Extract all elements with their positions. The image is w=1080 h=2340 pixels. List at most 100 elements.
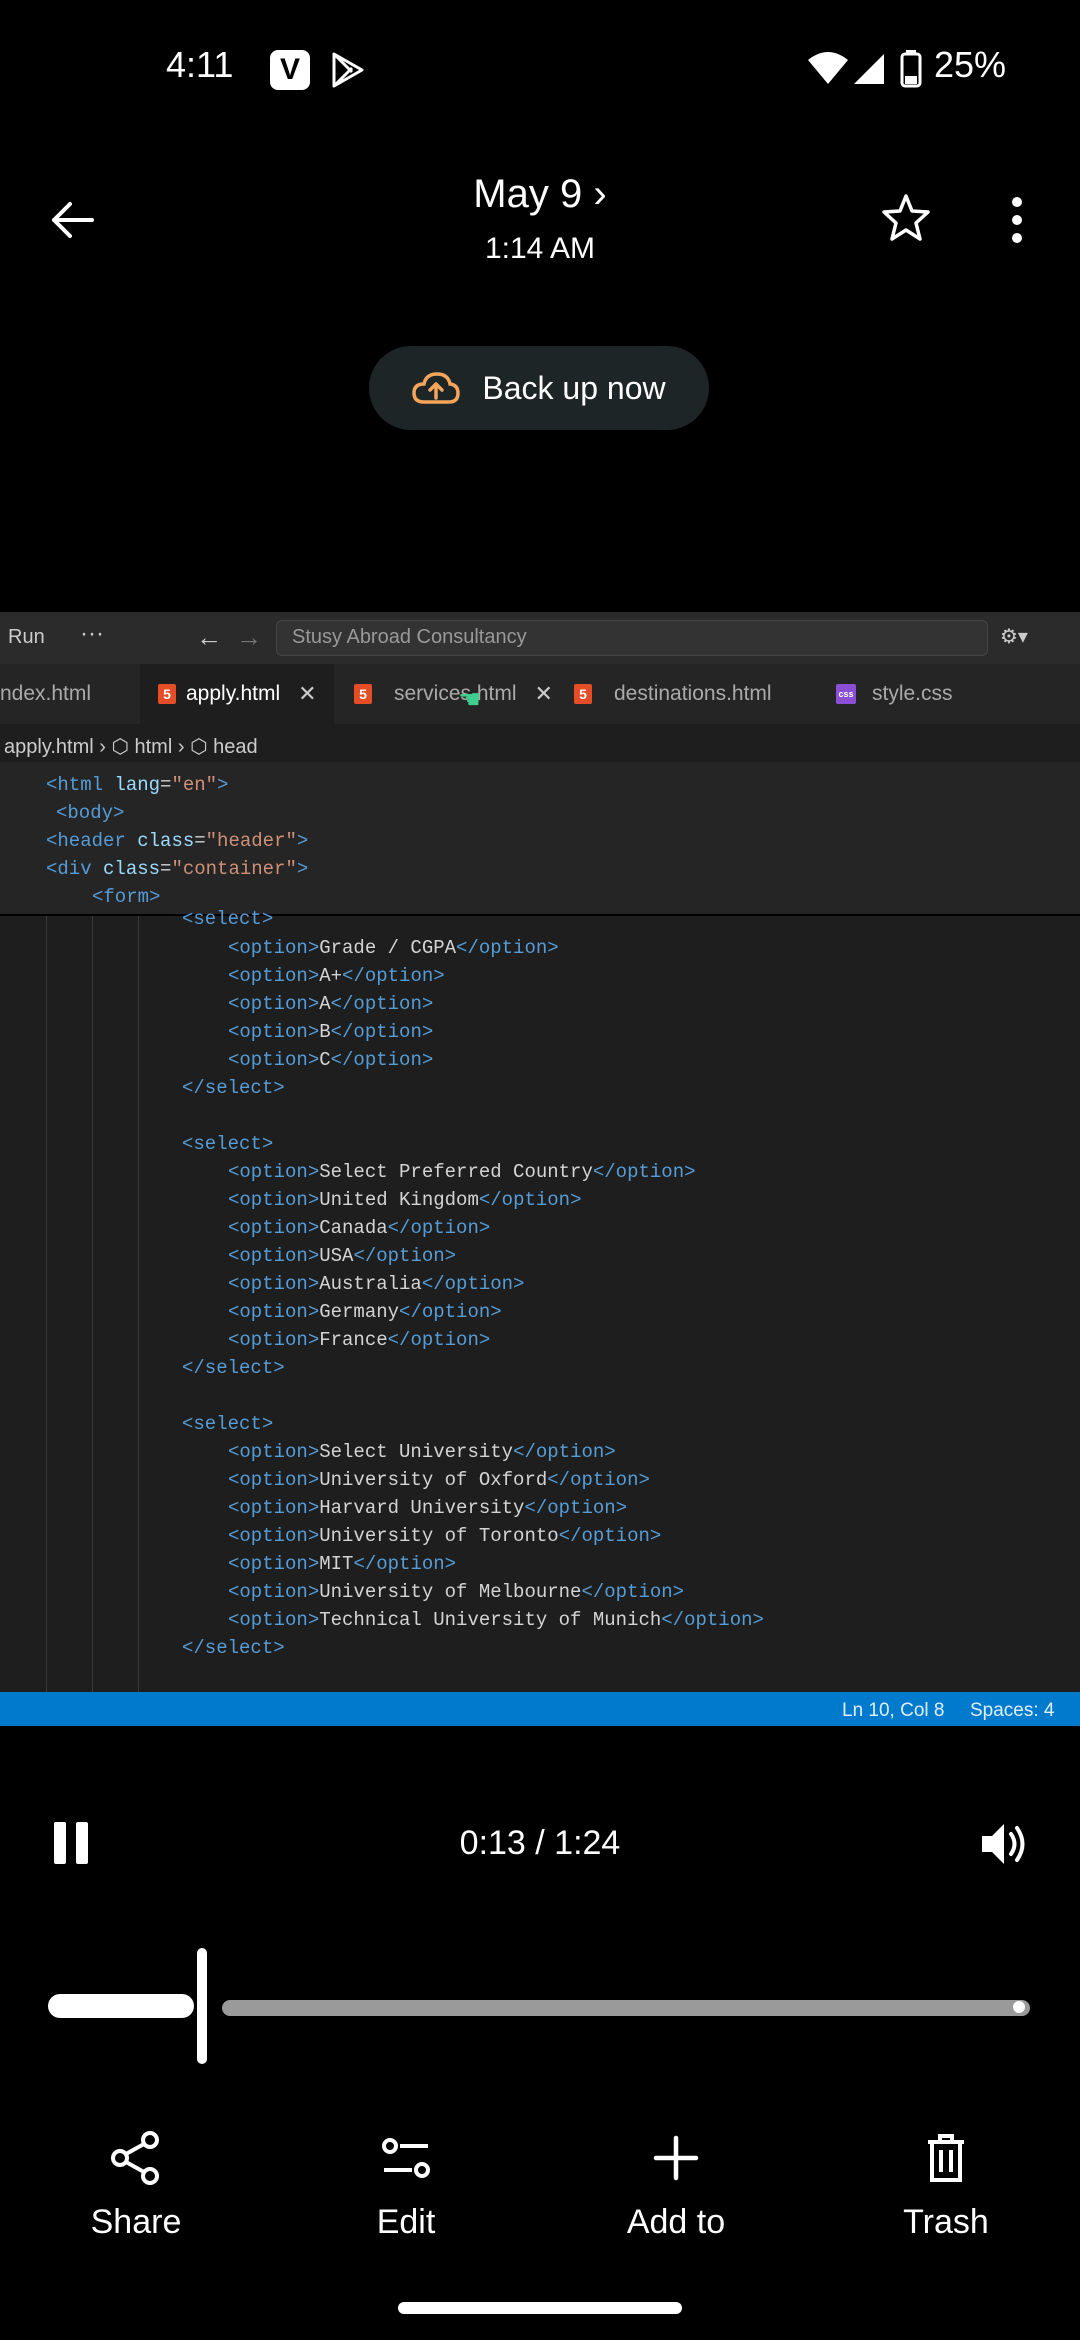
add-to-label: Add to: [626, 2203, 726, 2241]
html5-icon: 5: [574, 684, 592, 704]
sticky-line: <div class="container">: [46, 858, 309, 880]
code-line-option: <option>Grade / CGPA</option>: [228, 937, 559, 959]
html5-icon: 5: [158, 684, 176, 704]
code-line: <select>: [182, 1133, 274, 1155]
code-line-option: <option>University of Oxford</option>: [228, 1469, 650, 1491]
chevron-right-icon: ›: [593, 172, 607, 216]
code-line: </select>: [182, 1357, 285, 1379]
tab-label: destinations.html: [614, 682, 772, 705]
code-line: </select>: [182, 1637, 285, 1659]
mouse-cursor-icon: ☚: [458, 684, 482, 714]
tab-label: apply.html: [186, 682, 281, 705]
video-frame: Run ··· ← → Stusy Abroad Consultancy ⚙▾ …: [0, 612, 1080, 1726]
share-button[interactable]: Share: [36, 2130, 236, 2242]
indentation-info: Spaces: 4: [970, 1700, 1055, 1721]
edit-sliders-icon: [382, 2138, 430, 2178]
sticky-line: <form>: [92, 886, 161, 908]
indent-guide: [92, 916, 93, 1692]
seek-end-dot: [1013, 2001, 1025, 2013]
code-line-option: <option>University of Toronto</option>: [228, 1525, 662, 1547]
code-line-option: <option>Technical University of Munich</…: [228, 1609, 764, 1631]
editor-more-icon: ···: [80, 620, 104, 647]
close-icon: ✕: [298, 681, 317, 706]
cloud-upload-icon: [412, 372, 461, 404]
chevron-right-icon: ›: [99, 736, 112, 758]
more-options-button[interactable]: [1008, 196, 1026, 249]
tab-destinations: 5 destinations.html: [574, 664, 814, 724]
code-line-option: <option>United Kingdom</option>: [228, 1189, 582, 1211]
run-menu: Run: [8, 626, 45, 648]
cursor-position: Ln 10, Col 8: [842, 1700, 945, 1721]
close-icon: ✕: [534, 681, 553, 706]
code-line-option: <option>A+</option>: [228, 965, 445, 987]
code-line: <select>: [182, 908, 274, 930]
code-line-option: <option>Australia</option>: [228, 1273, 525, 1295]
code-line-option: <option>USA</option>: [228, 1245, 457, 1267]
breadcrumb-html: html: [134, 736, 173, 758]
back-up-label: Back up now: [482, 369, 666, 406]
code-line-option: <option>C</option>: [228, 1049, 434, 1071]
share-label: Share: [90, 2203, 182, 2241]
volume-button[interactable]: [978, 1818, 1030, 1875]
trash-button[interactable]: Trash: [846, 2130, 1046, 2242]
battery-percent: 25%: [934, 44, 1007, 85]
share-icon: [111, 2131, 159, 2185]
code-line-option: <option>University of Melbourne</option>: [228, 1581, 685, 1603]
edit-button[interactable]: Edit: [306, 2130, 506, 2242]
favorite-button[interactable]: [880, 192, 932, 249]
breadcrumb-head: head: [213, 736, 258, 758]
copilot-icon: ⚙▾: [1000, 626, 1028, 648]
sticky-line: <html lang="en">: [46, 774, 229, 796]
playback-time: 0:13 / 1:24: [459, 1824, 621, 1862]
indent-guide: [46, 916, 47, 1692]
signal-icon: [852, 52, 886, 91]
trash-icon: [928, 2134, 964, 2182]
tab-label: services.html: [394, 682, 517, 705]
breadcrumb: apply.html › ⬡ html › ⬡ head: [4, 734, 258, 759]
breadcrumb-file: apply.html: [4, 736, 94, 758]
code-line-option: <option>MIT</option>: [228, 1553, 457, 1575]
editor-back-arrow-icon: ←: [196, 622, 222, 652]
code-line-option: <option>Select Preferred Country</option…: [228, 1161, 696, 1183]
editor-tabs: ndex.html 5 apply.html ✕ 5 services.html…: [0, 664, 1080, 724]
tab-label: style.css: [872, 682, 953, 705]
code-line: </select>: [182, 1077, 285, 1099]
css3-icon: css: [836, 684, 856, 704]
plus-icon: [653, 2135, 699, 2181]
app-badge-icon: V: [270, 50, 310, 90]
edit-label: Edit: [376, 2203, 436, 2241]
seek-track[interactable]: [222, 2000, 1030, 2016]
code-line-option: <option>France</option>: [228, 1329, 491, 1351]
sticky-line: <header class="header">: [46, 830, 309, 852]
trash-label: Trash: [903, 2203, 989, 2241]
back-up-now-button[interactable]: Back up now: [369, 346, 709, 430]
home-indicator[interactable]: [398, 2302, 682, 2314]
volume-icon: [982, 1824, 1025, 1864]
sticky-line: <body>: [56, 802, 125, 824]
tab-services: 5 services.html ✕: [354, 664, 554, 724]
status-time: 4:11: [166, 44, 234, 85]
code-line-option: <option>A</option>: [228, 993, 434, 1015]
seek-handle[interactable]: [197, 1948, 208, 2064]
play-store-icon: [328, 50, 368, 95]
tab-apply: 5 apply.html ✕: [140, 664, 334, 724]
more-vert-icon: [1012, 197, 1022, 243]
wifi-icon: [806, 50, 850, 91]
code-line: <select>: [182, 1413, 274, 1435]
indent-guide: [138, 916, 139, 1692]
battery-icon: [900, 50, 922, 93]
star-icon: [882, 194, 930, 241]
code-line-option: <option>Harvard University</option>: [228, 1497, 628, 1519]
tab-style: css style.css: [836, 664, 1006, 724]
tab-index: ndex.html: [0, 664, 134, 724]
tab-label: ndex.html: [0, 682, 92, 705]
code-line-option: <option>Germany</option>: [228, 1301, 502, 1323]
editor-search-text: Stusy Abroad Consultancy: [292, 626, 527, 648]
add-to-button[interactable]: Add to: [576, 2130, 776, 2242]
seek-progress: [48, 1994, 195, 2018]
code-line-option: <option>B</option>: [228, 1021, 434, 1043]
html5-icon: 5: [354, 684, 372, 704]
code-line-option: <option>Canada</option>: [228, 1217, 491, 1239]
code-line-option: <option>Select University</option>: [228, 1441, 616, 1463]
element-icon: ⬡: [111, 736, 129, 758]
